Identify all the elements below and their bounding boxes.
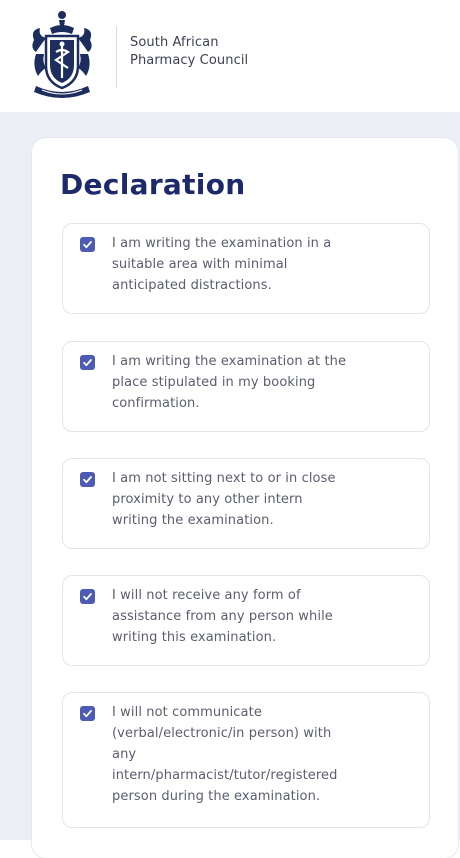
declaration-text-line: any [112, 747, 137, 762]
declaration-item[interactable]: I will not communicate (verbal/electroni… [62, 692, 430, 828]
declaration-text-line: writing the examination. [112, 513, 274, 528]
declaration-checkbox[interactable] [80, 237, 95, 252]
checkmark-icon [83, 593, 92, 601]
declaration-item[interactable]: I am not sitting next to or in close pro… [62, 458, 430, 549]
declaration-title: Declaration [60, 168, 246, 201]
declaration-text-line: writing this examination. [112, 630, 277, 645]
header-divider [116, 26, 117, 88]
declaration-text-line: suitable area with minimal [112, 257, 288, 272]
declaration-item[interactable]: I am writing the examination in a suitab… [62, 223, 430, 314]
declaration-checkbox[interactable] [80, 589, 95, 604]
declaration-text-line: place stipulated in my booking [112, 375, 316, 390]
declaration-text-line: proximity to any other intern [112, 492, 303, 507]
declaration-checkbox[interactable] [80, 355, 95, 370]
declaration-text-line: anticipated distractions. [112, 278, 272, 293]
declaration-text-line: (verbal/electronic/in person) with [112, 726, 332, 741]
organization-name-line2: Pharmacy Council [130, 53, 249, 68]
declaration-text-line: I will not receive any form of [112, 588, 301, 603]
organization-name: South African Pharmacy Council [130, 34, 248, 70]
declaration-text: I am writing the examination in a suitab… [112, 233, 412, 296]
declaration-item[interactable]: I am writing the examination at the plac… [62, 341, 430, 432]
header: South African Pharmacy Council [0, 0, 460, 112]
declaration-text-line: I am not sitting next to or in close [112, 471, 336, 486]
declaration-text: I am writing the examination at the plac… [112, 351, 412, 414]
declaration-item[interactable]: I will not receive any form of assistanc… [62, 575, 430, 666]
declaration-text: I will not communicate (verbal/electroni… [112, 702, 412, 807]
declaration-checkbox[interactable] [80, 706, 95, 721]
checkmark-icon [83, 476, 92, 484]
declaration-text: I am not sitting next to or in close pro… [112, 468, 412, 531]
checkmark-icon [83, 359, 92, 367]
declaration-text-line: I am writing the examination in a [112, 236, 332, 251]
declaration-text-line: confirmation. [112, 396, 200, 411]
declaration-text-line: assistance from any person while [112, 609, 333, 624]
declaration-text-line: person during the examination. [112, 789, 321, 804]
checkmark-icon [83, 241, 92, 249]
declaration-text-line: I will not communicate [112, 705, 262, 720]
council-coat-of-arms-logo [32, 11, 92, 98]
declaration-text-line: I am writing the examination at the [112, 354, 347, 369]
checkmark-icon [83, 710, 92, 718]
declaration-checkbox[interactable] [80, 472, 95, 487]
organization-name-line1: South African [130, 35, 219, 50]
declaration-text: I will not receive any form of assistanc… [112, 585, 412, 648]
declaration-text-line: intern/pharmacist/tutor/registered [112, 768, 338, 783]
